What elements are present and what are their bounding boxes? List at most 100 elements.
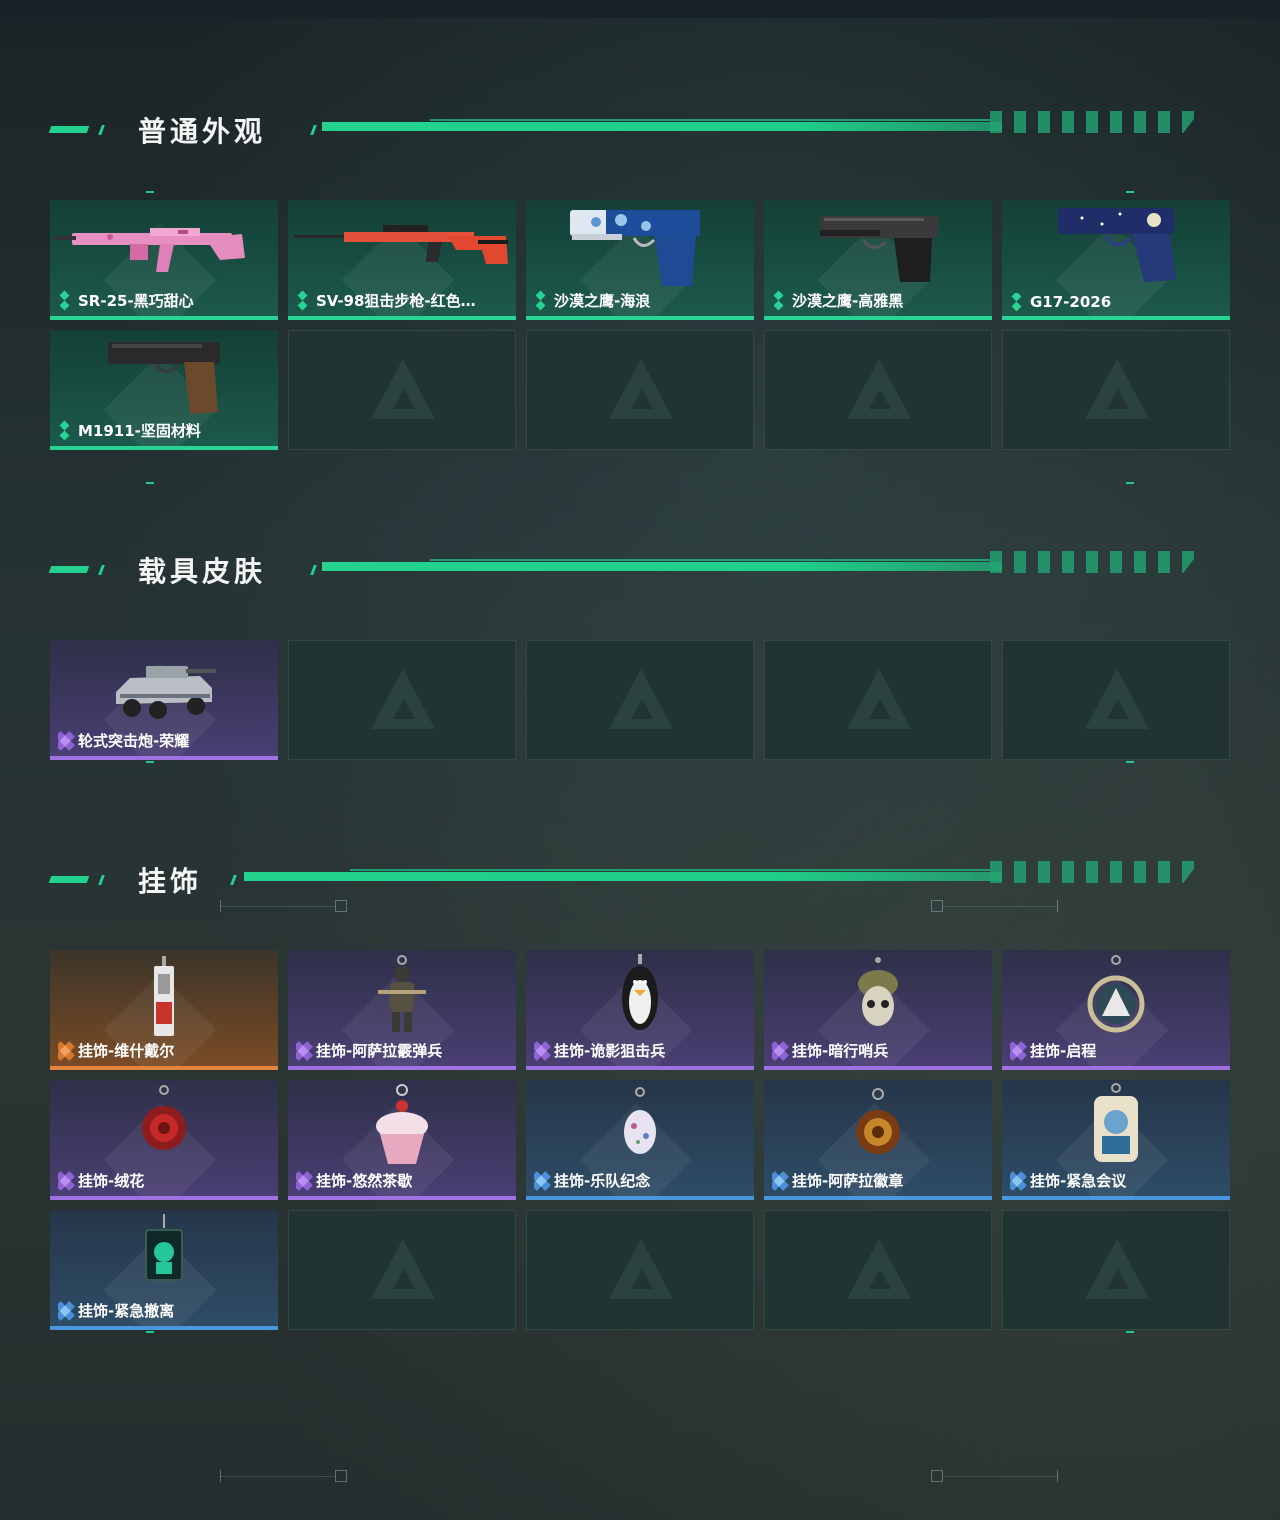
rarity-icon [1010, 1044, 1024, 1058]
empty-slot [764, 640, 992, 760]
item-label-row: G17-2026 [1010, 293, 1222, 311]
empty-slot [288, 640, 516, 760]
black-pistol-icon [764, 200, 992, 292]
item-label-row: 沙漠之鹰-海浪 [534, 290, 746, 311]
navy-pistol-icon [1002, 200, 1230, 292]
rarity-icon [772, 294, 786, 308]
item-label-row: SR-25-黑巧甜心 [58, 290, 270, 311]
item-card[interactable]: 挂饰-暗行哨兵 [764, 950, 992, 1070]
armored-vehicle-icon [50, 640, 278, 732]
item-label-row: 挂饰-阿萨拉霰弹兵 [296, 1040, 508, 1061]
hud-tick [220, 900, 221, 912]
item-card[interactable]: 挂饰-维什戴尔 [50, 950, 278, 1070]
item-name: 沙漠之鹰-海浪 [554, 292, 651, 310]
header-accent-bar [48, 876, 90, 883]
top-bar [0, 0, 1280, 18]
item-card[interactable]: 挂饰-阿萨拉霰弹兵 [288, 950, 516, 1070]
rarity-icon [534, 294, 548, 308]
item-name: 挂饰-绒花 [78, 1172, 145, 1190]
skull-charm-icon [764, 950, 992, 1042]
hud-square [335, 1470, 347, 1482]
rarity-icon [1010, 295, 1024, 309]
corner-mark [146, 761, 154, 763]
corner-mark [146, 1331, 154, 1333]
soldier-charm-icon [288, 950, 516, 1042]
item-card[interactable]: 沙漠之鹰-高雅黑 [764, 200, 992, 320]
hud-line [220, 1476, 335, 1477]
corner-mark [1126, 482, 1134, 484]
placeholder-logo-icon [847, 359, 911, 419]
item-label-row: 轮式突击炮-荣耀 [58, 730, 270, 751]
header-checker-pattern [990, 111, 1200, 133]
empty-slot [1002, 640, 1230, 760]
header-accent-tick [310, 125, 317, 135]
hud-line [943, 906, 1058, 907]
m1911-pistol-icon [50, 330, 278, 422]
item-card[interactable]: 挂饰-悠然茶歇 [288, 1080, 516, 1200]
penguin-charm-icon [526, 950, 754, 1042]
item-card[interactable]: 挂饰-启程 [1002, 950, 1230, 1070]
rarity-icon [296, 294, 310, 308]
item-card[interactable]: 挂饰-阿萨拉徽章 [764, 1080, 992, 1200]
egg-charm-icon [526, 1080, 754, 1172]
section-title-charms: 挂饰 [138, 865, 203, 898]
header-checker-pattern [990, 551, 1200, 573]
item-label-row: M1911-坚固材料 [58, 420, 270, 441]
item-card[interactable]: 挂饰-紧急会议 [1002, 1080, 1230, 1200]
rarity-icon [58, 1044, 72, 1058]
cupcake-charm-icon [288, 1080, 516, 1172]
placeholder-logo-icon [847, 1239, 911, 1299]
item-card[interactable]: 轮式突击炮-荣耀 [50, 640, 278, 760]
rarity-icon [58, 294, 72, 308]
header-thin-line [350, 869, 990, 871]
empty-slot [764, 1210, 992, 1330]
section-header-vehicles: 载具皮肤 [48, 551, 1230, 588]
rarity-icon [58, 1304, 72, 1318]
badge-charm-icon [764, 1080, 992, 1172]
item-card[interactable]: SV-98狙击步枪-红色… [288, 200, 516, 320]
item-name: 挂饰-悠然茶歇 [316, 1172, 413, 1190]
header-accent-tick [98, 875, 105, 885]
header-line [244, 872, 1002, 881]
hud-line [220, 906, 335, 907]
empty-slot [526, 640, 754, 760]
header-thin-line [430, 559, 990, 561]
item-name: 挂饰-乐队纪念 [554, 1172, 651, 1190]
rarity-icon [296, 1174, 310, 1188]
empty-slot [526, 330, 754, 450]
rose-charm-icon [50, 1080, 278, 1172]
item-name: 挂饰-阿萨拉徽章 [792, 1172, 904, 1190]
item-label-row: 挂饰-诡影狙击兵 [534, 1040, 746, 1061]
empty-slot [1002, 330, 1230, 450]
rarity-icon [534, 1044, 548, 1058]
item-card[interactable]: 挂饰-绒花 [50, 1080, 278, 1200]
placeholder-logo-icon [371, 1239, 435, 1299]
item-card[interactable]: 挂饰-紧急撤离 [50, 1210, 278, 1330]
rarity-icon [58, 1174, 72, 1188]
item-card[interactable]: 沙漠之鹰-海浪 [526, 200, 754, 320]
section-title-vehicles: 载具皮肤 [138, 555, 267, 588]
rarity-icon [296, 1044, 310, 1058]
item-label-row: 挂饰-乐队纪念 [534, 1170, 746, 1191]
item-card[interactable]: G17-2026 [1002, 200, 1230, 320]
item-label-row: 沙漠之鹰-高雅黑 [772, 290, 984, 311]
hud-square [335, 900, 347, 912]
item-card[interactable]: 挂饰-乐队纪念 [526, 1080, 754, 1200]
item-name: 挂饰-暗行哨兵 [792, 1042, 889, 1060]
item-name: 挂饰-启程 [1030, 1042, 1097, 1060]
item-card[interactable]: 挂饰-诡影狙击兵 [526, 950, 754, 1070]
placeholder-logo-icon [609, 359, 673, 419]
item-name: 挂饰-维什戴尔 [78, 1042, 175, 1060]
hud-square [931, 900, 943, 912]
item-name: 挂饰-诡影狙击兵 [554, 1042, 666, 1060]
corner-mark [1126, 1331, 1134, 1333]
header-line [322, 562, 1002, 571]
vehicles-grid: 轮式突击炮-荣耀 [50, 640, 1230, 760]
item-card[interactable]: M1911-坚固材料 [50, 330, 278, 450]
header-accent-tick [230, 875, 237, 885]
header-thin-line [430, 119, 990, 121]
item-card[interactable]: SR-25-黑巧甜心 [50, 200, 278, 320]
header-accent-bar [48, 126, 90, 133]
item-label-row: SV-98狙击步枪-红色… [296, 290, 508, 311]
corner-mark [1126, 761, 1134, 763]
